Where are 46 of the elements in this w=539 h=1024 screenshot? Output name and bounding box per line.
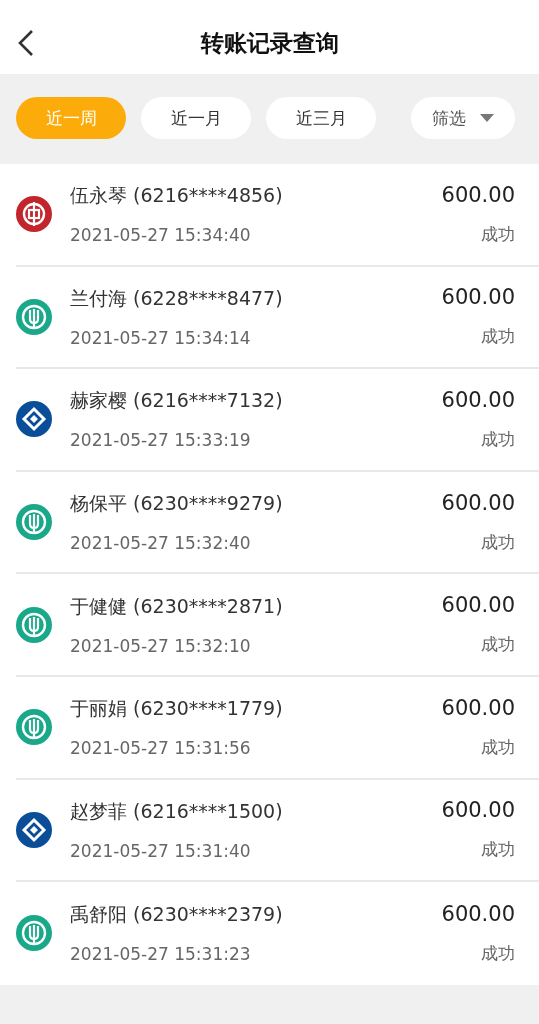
payee-name: 于丽娟 (6230****1779) [70, 696, 284, 722]
transfer-status: 成功 [481, 428, 515, 451]
transfer-time: 2021-05-27 15:31:56 [70, 738, 252, 759]
transfer-status: 成功 [481, 222, 515, 246]
period-tab[interactable]: 近三月 [266, 97, 376, 139]
transfer-amount: 600.00 [441, 388, 515, 412]
payee-name: 赵梦菲 (6216****1500) [70, 798, 284, 824]
caret-icon [480, 114, 494, 122]
transfer-status: 成功 [481, 633, 515, 657]
transfer-status: 成功 [481, 325, 515, 349]
transfer-amount: 600.00 [441, 695, 515, 720]
bank-logo-icon [16, 401, 52, 438]
transfer-time: 2021-05-27 15:34:40 [70, 225, 252, 246]
transfer-time: 2021-05-27 15:32:10 [70, 635, 252, 656]
transfer-amount: 600.00 [441, 285, 515, 310]
bank-logo-icon [16, 709, 52, 746]
period-tab[interactable]: 近一月 [141, 97, 251, 139]
transfer-amount: 600.00 [441, 490, 515, 515]
back-icon[interactable] [16, 29, 36, 57]
bank-logo-icon [16, 606, 52, 643]
page-title: 转账记录查询 [199, 28, 340, 58]
payee-name: 杨保平 (6230****9279) [70, 491, 284, 517]
transfer-status: 成功 [481, 838, 515, 862]
bank-logo-icon [16, 298, 52, 335]
transfer-time: 2021-05-27 15:34:14 [70, 327, 252, 348]
payee-name: 兰付海 (6228****8477) [70, 285, 284, 311]
transfer-amount: 600.00 [441, 182, 515, 207]
bank-logo-icon [16, 196, 52, 233]
payee-name: 禹舒阳 (6230****2379) [70, 902, 284, 928]
transfer-amount: 600.00 [441, 593, 515, 618]
transfer-time: 2021-05-27 15:32:40 [70, 533, 252, 554]
transfer-status: 成功 [481, 735, 515, 759]
transfer-time: 2021-05-27 15:31:40 [70, 840, 252, 861]
bank-logo-icon [16, 811, 52, 848]
bank-logo-icon [16, 915, 52, 952]
transfer-amount: 600.00 [441, 901, 515, 926]
transfer-status: 成功 [481, 941, 515, 965]
payee-name: 伍永琴 (6216****4856) [70, 183, 284, 209]
payee-name: 赫家樱 (6216****7132) [70, 388, 284, 414]
bank-logo-icon [16, 504, 52, 541]
filter-dropdown[interactable]: 筛选 [411, 97, 515, 139]
transfer-time: 2021-05-27 15:33:19 [70, 430, 252, 451]
transfer-amount: 600.00 [441, 798, 515, 823]
payee-name: 于健健 (6230****2871) [70, 593, 284, 619]
transfer-time: 2021-05-27 15:31:23 [70, 944, 252, 965]
transfer-status: 成功 [481, 530, 515, 554]
